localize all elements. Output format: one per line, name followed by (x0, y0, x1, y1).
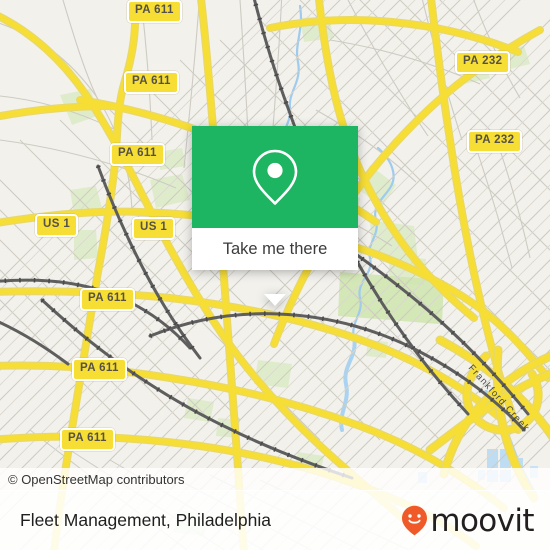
popup-pointer (264, 294, 286, 306)
moovit-wordmark: moovit (430, 502, 534, 539)
road-shield: PA 232 (467, 130, 523, 153)
take-me-there-label: Take me there (222, 239, 328, 258)
map-screen: Frankford Creek PA 611 PA 611 PA 611 PA 611… (0, 0, 550, 550)
osm-attribution[interactable]: © OpenStreetMap contributors (0, 468, 550, 491)
road-shield: PA 611 (72, 358, 127, 381)
moovit-pin-icon (402, 505, 428, 535)
road-shield: PA 611 (124, 71, 179, 94)
place-title: Fleet Management, Philadelphia (20, 509, 271, 530)
road-shield: PA 611 (110, 143, 165, 166)
road-shield: PA 611 (60, 428, 115, 451)
bottom-info-bar: Fleet Management, Philadelphia moovit (0, 490, 550, 550)
moovit-logo[interactable]: moovit (401, 502, 535, 539)
road-shield: PA 611 (127, 0, 182, 23)
popup-header (192, 126, 358, 228)
destination-popup-card[interactable]: Take me there (192, 126, 358, 306)
road-shield: PA 611 (80, 288, 135, 311)
road-shield: PA 232 (455, 51, 511, 74)
map-pin-icon (252, 149, 298, 205)
road-shield: US 1 (35, 214, 79, 237)
popup-action-row[interactable]: Take me there (192, 228, 358, 270)
road-shield: US 1 (132, 217, 176, 240)
